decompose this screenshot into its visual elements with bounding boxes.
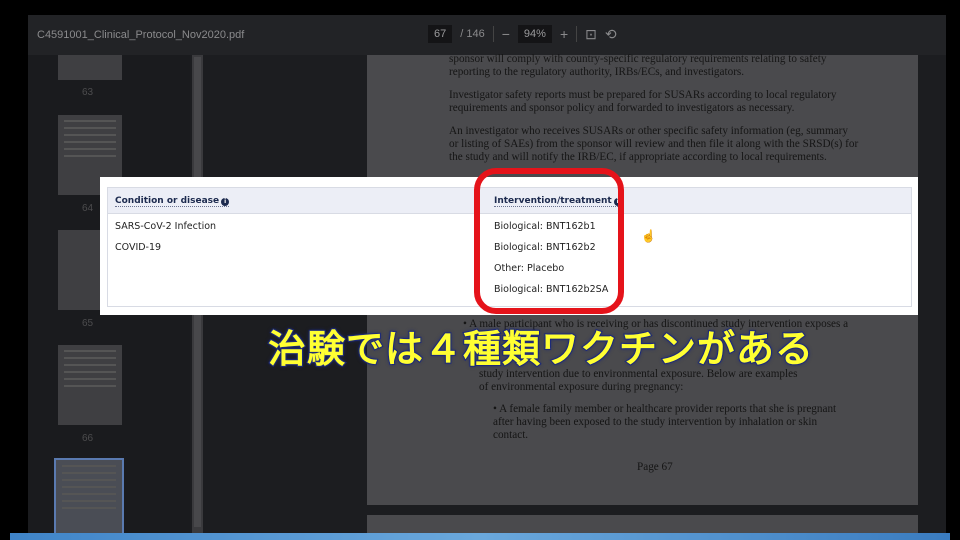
zoom-out-button[interactable]: − [502, 26, 510, 42]
zoom-in-button[interactable]: + [560, 26, 568, 42]
paragraph: Investigator safety reports must be prep… [449, 89, 837, 114]
toolbar: C4591001_Clinical_Protocol_Nov2020.pdf 6… [28, 15, 946, 55]
thumbnail-label: 63 [82, 87, 94, 98]
column-header-condition: Condition or disease i [115, 196, 230, 207]
hand-cursor-icon: ☝ [641, 229, 656, 243]
rotate-icon[interactable]: ⟲ [605, 26, 617, 43]
fit-page-icon[interactable]: ⊡ [585, 26, 597, 43]
thumbnail-label: 64 [82, 203, 94, 214]
thumbnail-label: 66 [82, 433, 94, 444]
divider [492, 26, 494, 42]
thumbnail-page-67-selected[interactable] [54, 458, 124, 540]
divider [576, 26, 578, 42]
document-title: C4591001_Clinical_Protocol_Nov2020.pdf [37, 29, 245, 41]
bullet-item: • A female family member or healthcare p… [493, 403, 837, 441]
info-icon[interactable]: i [221, 198, 230, 206]
condition-cell: SARS-CoV-2 Infection [115, 221, 217, 232]
subtitle-caption: 治験では４種類ワクチンがある [267, 326, 815, 372]
page-footer: Page 67 [637, 461, 673, 473]
thumbnail-page-63[interactable] [58, 55, 122, 80]
highlight-circle [474, 168, 624, 314]
paragraph: An investigator who receives SUSARs or o… [449, 125, 859, 163]
thumbnail-label: 65 [82, 318, 94, 329]
thumbnail-page-66[interactable] [58, 345, 122, 425]
total-pages: / 146 [460, 28, 485, 40]
page-number-input[interactable]: 67 [428, 25, 453, 43]
zoom-level-input[interactable]: 94% [517, 25, 552, 43]
paragraph: sponsor will comply with country-specifi… [449, 53, 827, 78]
condition-cell: COVID-19 [115, 242, 162, 253]
video-bottom-strip [10, 533, 950, 540]
